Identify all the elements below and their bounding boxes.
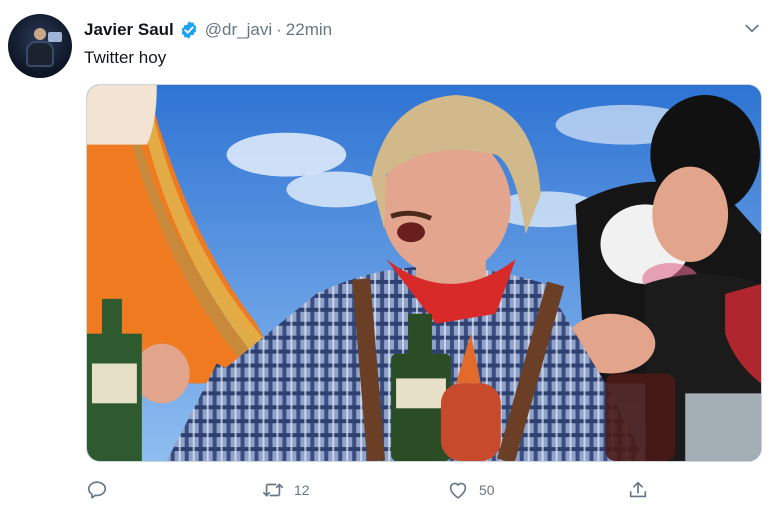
tweet-media-image[interactable]	[86, 84, 762, 462]
share-button[interactable]	[627, 476, 649, 504]
avatar-figure-head	[34, 28, 46, 40]
like-count: 50	[479, 482, 495, 498]
avatar-figure-body	[26, 41, 54, 67]
media-illustration	[87, 85, 761, 461]
avatar-screen	[48, 32, 62, 42]
tweet-timestamp[interactable]: 22min	[286, 20, 332, 40]
tweet-text: Twitter hoy	[84, 48, 167, 67]
share-icon	[629, 481, 647, 498]
retweet-count: 12	[294, 482, 310, 498]
tweet-card[interactable]: Javier Saul @dr_javi · 22min Twitter hoy	[0, 0, 768, 512]
verified-badge-icon	[181, 21, 197, 39]
author-name[interactable]: Javier Saul	[84, 20, 174, 40]
retweet-button[interactable]: 12	[262, 476, 310, 504]
tweet-actions: 12 50	[86, 476, 666, 504]
avatar[interactable]	[8, 14, 72, 78]
reply-icon	[87, 481, 107, 499]
retweet-icon	[263, 483, 283, 497]
like-icon	[449, 482, 467, 499]
separator-dot: ·	[276, 20, 282, 39]
reply-button[interactable]	[86, 476, 118, 504]
tweet-header: Javier Saul @dr_javi · 22min	[84, 18, 332, 42]
chevron-down-icon[interactable]	[742, 18, 762, 38]
like-button[interactable]: 50	[447, 476, 495, 504]
author-handle[interactable]: @dr_javi	[205, 20, 272, 40]
